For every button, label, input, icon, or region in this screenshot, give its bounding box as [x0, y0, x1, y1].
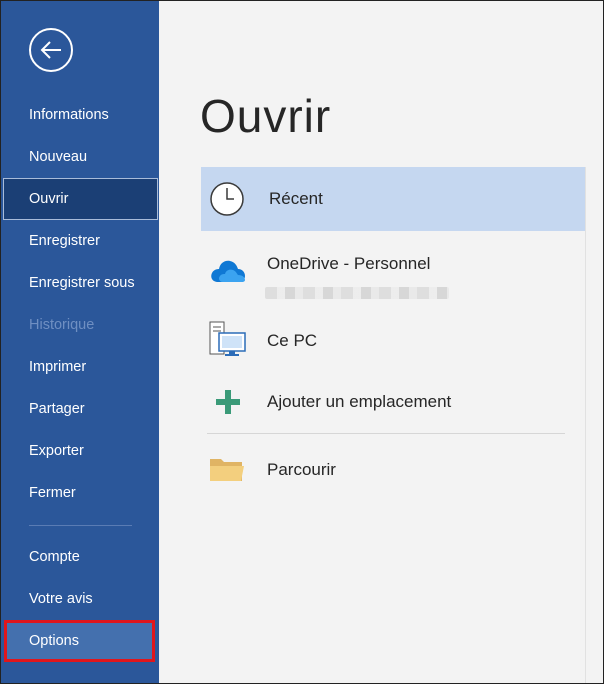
- nav-fermer[interactable]: Fermer: [1, 472, 159, 514]
- nav-options[interactable]: Options: [4, 620, 155, 662]
- nav-enregistrer-sous[interactable]: Enregistrer sous: [1, 262, 159, 304]
- nav-compte[interactable]: Compte: [1, 536, 159, 578]
- folder-icon: [210, 459, 244, 481]
- account-email-redacted: [265, 287, 449, 299]
- onedrive-cloud-icon: [211, 260, 245, 282]
- nav-nouveau[interactable]: Nouveau: [1, 136, 159, 178]
- back-button[interactable]: [29, 28, 73, 72]
- nav-partager[interactable]: Partager: [1, 388, 159, 430]
- location-browse[interactable]: Parcourir: [201, 445, 585, 495]
- nav-exporter[interactable]: Exporter: [1, 430, 159, 472]
- location-this-pc[interactable]: Ce PC: [201, 313, 585, 369]
- location-recent[interactable]: Récent: [201, 167, 585, 231]
- nav-informations[interactable]: Informations: [1, 94, 159, 136]
- location-label: Parcourir: [267, 460, 336, 479]
- backstage-window: Informations Nouveau Ouvrir Enregistrer …: [0, 0, 604, 684]
- location-label: Ajouter un emplacement: [267, 392, 452, 411]
- nav-imprimer[interactable]: Imprimer: [1, 346, 159, 388]
- location-add-place[interactable]: Ajouter un emplacement: [201, 377, 585, 425]
- location-onedrive[interactable]: OneDrive - Personnel: [201, 241, 585, 305]
- clock-icon: [210, 182, 244, 216]
- sidebar-divider: [29, 525, 132, 526]
- nav-historique: Historique: [29, 317, 95, 333]
- locations-separator: [207, 433, 565, 434]
- panel-divider: [585, 167, 586, 683]
- page-title: Ouvrir: [200, 90, 332, 142]
- arrow-left-icon: [40, 41, 61, 59]
- location-label: OneDrive - Personnel: [267, 254, 431, 273]
- plus-icon: [216, 390, 240, 414]
- nav-enregistrer[interactable]: Enregistrer: [1, 220, 159, 262]
- nav-votre-avis[interactable]: Votre avis: [1, 578, 159, 620]
- backstage-sidebar: Informations Nouveau Ouvrir Enregistrer …: [1, 1, 159, 683]
- location-label: Ce PC: [267, 331, 318, 350]
- computer-icon: [209, 321, 246, 356]
- open-pane: Ouvrir Récent OneDrive - Personnel Ce PC…: [159, 1, 603, 683]
- nav-ouvrir[interactable]: Ouvrir: [3, 178, 158, 220]
- location-label: Récent: [269, 189, 323, 208]
